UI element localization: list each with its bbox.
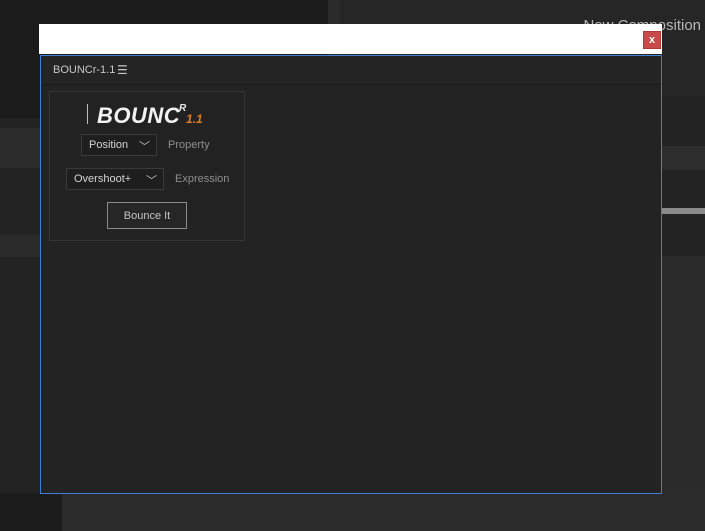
chevron-down-icon: ﹀ <box>139 141 150 153</box>
panel-title[interactable]: BOUNCr-1.1 <box>53 64 115 76</box>
logo-text: BOUNC <box>97 103 181 128</box>
expression-dropdown-value: Overshoot+ <box>74 173 132 185</box>
property-dropdown-value: Position <box>89 139 129 151</box>
bg-right-block <box>662 96 705 140</box>
window-titlebar[interactable] <box>39 24 662 54</box>
bg-bottom-panel <box>62 493 705 531</box>
bg-scrollbar[interactable] <box>662 208 705 214</box>
property-label: Property <box>168 139 210 151</box>
extension-window: BOUNCr-1.1 ☰ BOUNC R 1.1 Position ﹀ Prop… <box>40 55 662 494</box>
bg-right-block <box>662 256 705 531</box>
logo-divider <box>87 104 88 124</box>
bg-strip <box>0 235 40 257</box>
bg-right-block <box>662 146 705 170</box>
property-dropdown[interactable]: Position ﹀ <box>81 134 157 156</box>
panel-header: BOUNCr-1.1 ☰ <box>41 56 661 85</box>
expression-label: Expression <box>175 173 230 185</box>
chevron-down-icon: ﹀ <box>146 175 157 187</box>
expression-dropdown[interactable]: Overshoot+ ﹀ <box>66 168 164 190</box>
bg-bottom-left <box>0 493 62 531</box>
close-button[interactable]: x <box>643 31 661 49</box>
bounce-it-button[interactable]: Bounce It <box>107 202 187 229</box>
hamburger-menu-icon[interactable]: ☰ <box>117 63 128 77</box>
logo-version: 1.1 <box>186 112 203 126</box>
bouncr-panel: BOUNC R 1.1 Position ﹀ Property Overshoo… <box>49 91 245 241</box>
bg-strip <box>0 128 40 168</box>
